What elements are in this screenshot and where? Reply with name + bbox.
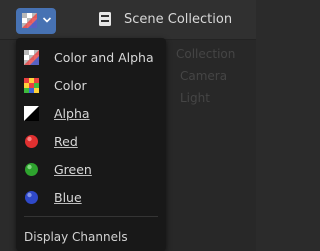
display-channels-dropdown-button[interactable]: [16, 8, 56, 34]
outliner-row-collection: Collection: [176, 47, 236, 61]
menu-item-label: Green: [54, 162, 92, 177]
menu-item-alpha[interactable]: Alpha: [16, 100, 166, 128]
outliner-row-light: Light: [180, 91, 210, 105]
color-checker-icon: [24, 78, 39, 93]
menu-item-blue[interactable]: Blue: [16, 184, 166, 212]
menu-item-color-and-alpha[interactable]: Color and Alpha: [16, 44, 166, 72]
image-editor-window: Scene Collection Collection Camera Light…: [0, 0, 256, 251]
outliner-row-camera: Camera: [180, 69, 228, 83]
scene-collection-title: Scene Collection: [124, 12, 233, 27]
menu-item-label: Alpha: [54, 106, 90, 121]
alpha-icon: [24, 106, 39, 121]
menu-item-color[interactable]: Color: [16, 72, 166, 100]
menu-item-label: Color: [54, 78, 87, 93]
color-alpha-checker-icon: [22, 13, 37, 28]
blue-channel-icon: [25, 191, 38, 204]
display-channels-menu: Color and Alpha Color Alpha Red Green Bl…: [16, 38, 166, 251]
menu-separator: [24, 216, 158, 217]
menu-title: Display Channels: [24, 230, 128, 244]
menu-item-label: Red: [54, 134, 78, 149]
menu-item-label: Color and Alpha: [54, 50, 154, 65]
menu-item-red[interactable]: Red: [16, 128, 166, 156]
color-alpha-checker-icon: [24, 50, 39, 65]
menu-item-label: Blue: [54, 190, 82, 205]
red-channel-icon: [25, 135, 38, 148]
green-channel-icon: [25, 163, 38, 176]
chevron-down-icon: [42, 17, 52, 23]
scene-collection-icon: [99, 12, 111, 26]
menu-item-green[interactable]: Green: [16, 156, 166, 184]
